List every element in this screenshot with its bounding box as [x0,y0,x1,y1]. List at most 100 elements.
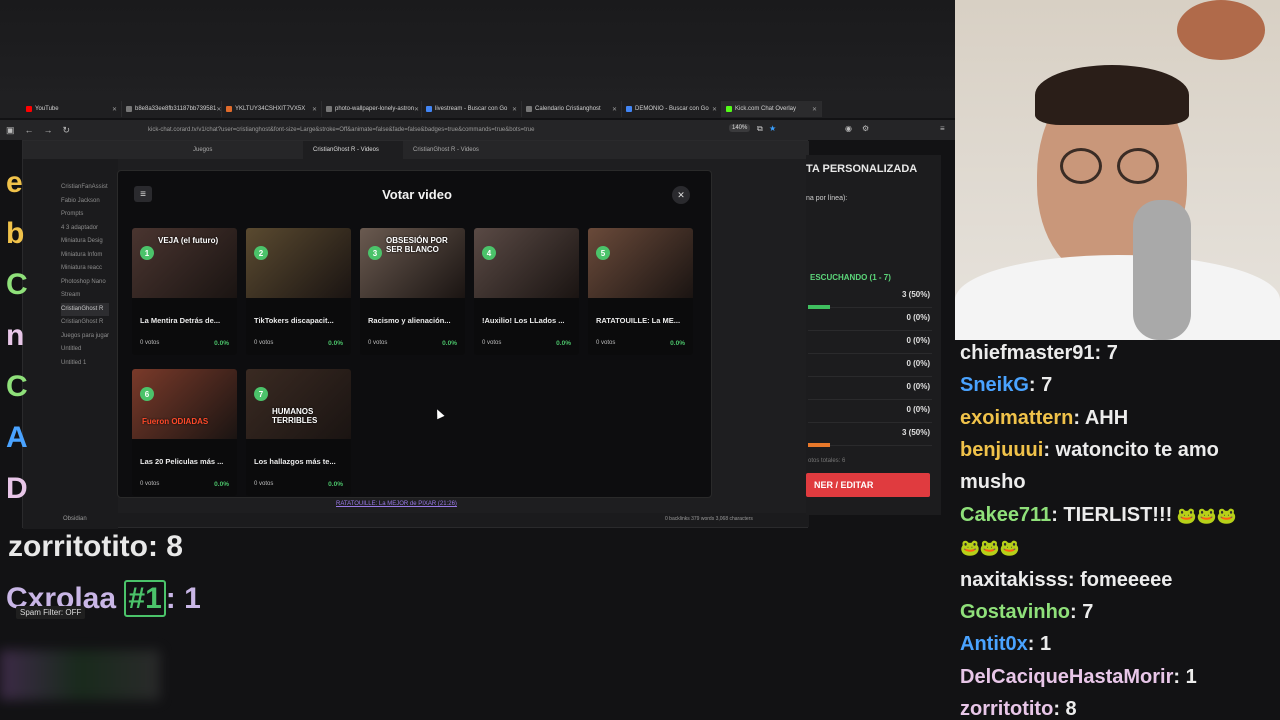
file-tree-item[interactable]: Miniatura Desig [61,235,109,249]
thumbnail-caption: HUMANOS TERRIBLES [272,407,318,425]
browser-tab[interactable]: Kick.com Chat Overlay ✕ [722,101,822,117]
file-tree-item[interactable]: CristianFanAssist [61,181,109,195]
left-chat-text-2: : 1 [165,582,201,615]
chat-username[interactable]: exoimattern [960,407,1073,429]
browser-tab[interactable]: livestream - Buscar con Go ✕ [422,101,522,117]
tab-juegos[interactable]: Juegos [183,141,303,159]
file-tree-item[interactable]: 4 3 adaptador [61,222,109,236]
edit-poll-button[interactable]: NER / EDITAR [806,473,930,497]
chat-username[interactable]: Antit0x [960,633,1028,655]
video-title: Racismo y alienación... [368,316,451,325]
vote-number-badge: 3 [368,246,382,260]
video-card[interactable]: Fueron ODIADAS 6 Las 20 Peliculas más ... 0… [132,369,237,496]
file-tree-item[interactable]: Fabio Jackson [61,195,109,209]
microphone [1133,200,1191,340]
chat-badge: #1 [124,580,166,617]
video-thumbnail: OBSESIÓN POR SER BLANCO [360,228,465,298]
modal-close-button[interactable]: ✕ [672,186,690,204]
tab-close-icon[interactable]: ✕ [712,106,717,113]
chat-username[interactable]: Cakee711 [960,504,1051,526]
thumbnail-caption: OBSESIÓN POR SER BLANCO [386,236,448,254]
chat-username[interactable]: naxitakisss [960,569,1068,591]
favicon-icon [326,106,332,112]
video-card[interactable]: 2 TikTokers discapacit... 0 votos 0.0% [246,228,351,355]
file-tree-item[interactable]: Stream [61,289,109,303]
vote-number-badge: 4 [482,246,496,260]
note-link[interactable]: RATATOUILLE: La MEJOR de PIXAR (21:26) [336,501,457,507]
vote-number-badge: 6 [140,387,154,401]
chat-username[interactable]: DelCaciqueHastaMorir [960,666,1173,688]
file-tree-item[interactable]: Untitled [61,343,109,357]
tab-close-icon[interactable]: ✕ [512,106,517,113]
url-field[interactable]: kick-chat.corard.tv/v1/chat?user=cristia… [148,123,718,137]
address-bar: ▣ ← → ↻ kick-chat.corard.tv/v1/chat?user… [0,120,955,140]
chat-username[interactable]: Gostavinho [960,601,1070,623]
account-icon[interactable]: ◉ [845,124,852,133]
chat-username[interactable]: chiefmaster91 [960,342,1095,364]
sidebar-icon[interactable]: ▣ [6,125,15,136]
browser-tab[interactable]: b8e8a33ee8fb31187bb739581 ✕ [122,101,222,117]
file-tree-item[interactable]: Untitled 1 [61,357,109,371]
hat-decoration [1177,0,1265,60]
chat-message: DelCaciqueHastaMorir: 1 [960,661,1197,693]
vote-number-badge: 5 [596,246,610,260]
blurred-chat-letter: n [6,319,25,352]
tab-close-icon[interactable]: ✕ [812,106,817,113]
browser-tab[interactable]: YouTube ✕ [22,101,122,117]
file-tree-item[interactable]: CristianGhost R [61,316,109,330]
file-tree-item[interactable]: CristianGhost R [61,302,110,316]
file-tree-item[interactable]: Juegos para jugar [61,330,109,344]
vote-count: 0 votos [254,481,274,487]
file-tree-item[interactable]: Miniatura Infom [61,249,109,263]
vote-count: 0 votos [482,340,502,346]
chat-text: : 1 [1173,666,1197,688]
puzzle-icon[interactable]: ⚙ [862,124,869,133]
menu-icon[interactable]: ≡ [940,124,945,133]
file-tree: CristianFanAssist Fabio Jackson Prompts 4 3… [61,181,110,371]
video-card[interactable]: 4 !Auxilio! Los LLados ... 0 votos 0.0% [474,228,579,355]
star-icon[interactable]: ★ [769,124,776,133]
reload-icon[interactable]: ↻ [63,125,71,136]
zoom-badge[interactable]: 140% [729,124,751,132]
browser-tab[interactable]: Calendario Cristianghost ✕ [522,101,622,117]
glasses-left [1060,148,1102,184]
chat-message: Cakee711: TIERLIST!!! 🐸🐸🐸 [960,499,1237,533]
tab-videos-2[interactable]: CristianGhost R - Videos [403,141,503,159]
browser-tab[interactable]: photo-wallpaper-lonely-astron ✕ [322,101,422,117]
extension-icon[interactable]: ⧉ [757,124,763,134]
tab-close-icon[interactable]: ✕ [612,106,617,113]
video-card[interactable]: 5 RATATOUILLE: La ME... 0 votos 0.0% [588,228,693,355]
tab-close-icon[interactable]: ✕ [312,106,317,113]
tab-close-icon[interactable]: ✕ [112,106,117,113]
chat-username[interactable]: benjuuui [960,439,1043,461]
back-icon[interactable]: ← [25,125,34,135]
video-thumbnail: Fueron ODIADAS [132,369,237,439]
video-card[interactable]: HUMANOS TERRIBLES 7 Los hallazgos más te..… [246,369,351,496]
forward-icon[interactable]: → [44,125,53,135]
modal-title: Votar video [382,187,452,202]
chat-message: benjuuui: watoncito te amo [960,434,1219,466]
tab-close-icon[interactable]: ✕ [414,106,419,113]
browser-tab[interactable]: DEMONIO - Buscar con Go ✕ [622,101,722,117]
poll-result-value: 3 (50%) [901,290,930,299]
blurred-chat-letter: b [6,217,25,250]
chat-username[interactable]: SneikG [960,374,1029,396]
browser-tab[interactable]: YKLTUY34CSHXIT7VX5X ✕ [222,101,322,117]
chat-username[interactable]: zorritotito [960,698,1053,720]
close-icon: ✕ [677,189,685,200]
file-tree-item[interactable]: Prompts [61,208,109,222]
vote-count: 0 votos [140,481,160,487]
tab-videos[interactable]: CristianGhost R - Videos [303,141,403,159]
file-tree-item[interactable]: Miniatura reacc [61,262,109,276]
stream-chat: chiefmaster91: 7 SneikG: 7 exoimattern: AH… [955,340,1280,720]
tab-label: Calendario Cristianghost [535,106,601,112]
video-card[interactable]: VEJA (el futuro) 1 La Mentira Detrás de...… [132,228,237,355]
poll-result-value: 0 (0%) [906,405,930,414]
tab-close-icon[interactable]: ✕ [216,106,221,113]
video-card[interactable]: OBSESIÓN POR SER BLANCO 3 Racismo y aliena… [360,228,465,355]
chat-message: 🐸🐸🐸 [960,531,1020,565]
poll-title: TA PERSONALIZADA [806,163,918,175]
file-tree-item[interactable]: Photoshop Nano [61,276,109,290]
tab-label: livestream - Buscar con Go [435,106,508,112]
vault-name[interactable]: Obsidian [63,516,87,522]
